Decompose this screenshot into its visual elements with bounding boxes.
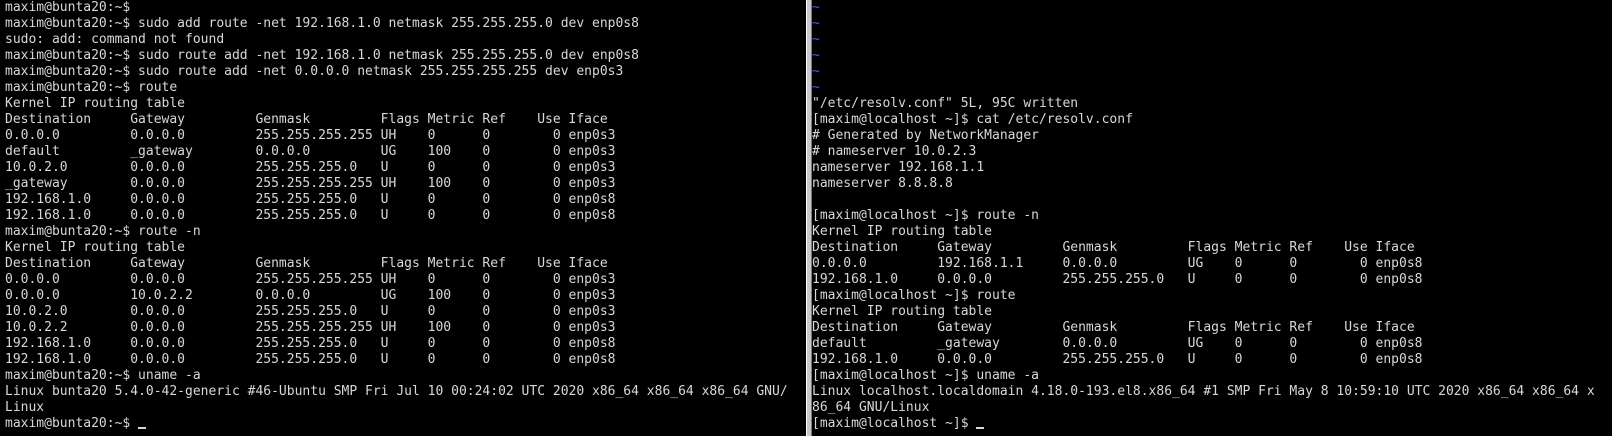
terminal-line: 0.0.0.0 192.168.1.1 0.0.0.0 UG 0 0 0 enp…	[812, 256, 1423, 271]
terminal-line: maxim@bunta20:~$ sudo add route -net 192…	[5, 16, 639, 31]
terminal-line: 192.168.1.0 0.0.0.0 255.255.255.0 U 0 0 …	[5, 352, 616, 367]
terminal-line: 0.0.0.0 10.0.2.2 0.0.0.0 UG 100 0 0 enp0…	[5, 288, 616, 303]
terminal-line: 10.0.2.0 0.0.0.0 255.255.255.0 U 0 0 0 e…	[5, 160, 616, 175]
vim-tilde-line: ~	[812, 48, 820, 63]
terminal-line: maxim@bunta20:~$	[5, 0, 131, 15]
terminal-line: "/etc/resolv.conf" 5L, 95C written	[812, 96, 1079, 111]
vim-tilde-line: ~	[812, 16, 820, 31]
terminal-line: Destination Gateway Genmask Flags Metric…	[812, 240, 1415, 255]
terminal-line: nameserver 192.168.1.1	[812, 160, 985, 175]
vim-empty-lines: ~ ~ ~ ~ ~ ~	[812, 0, 1612, 96]
left-terminal-pane[interactable]: maxim@bunta20:~$ maxim@bunta20:~$ sudo ad…	[0, 0, 806, 436]
terminal-line: _gateway 0.0.0.0 255.255.255.255 UH 100 …	[5, 176, 616, 191]
terminal-line: 0.0.0.0 0.0.0.0 255.255.255.255 UH 0 0 0…	[5, 272, 616, 287]
vim-tilde-line: ~	[812, 0, 820, 15]
terminal-line: Linux	[5, 400, 45, 415]
terminal-line: 192.168.1.0 0.0.0.0 255.255.255.0 U 0 0 …	[812, 272, 1423, 287]
terminal-line: Linux localhost.localdomain 4.18.0-193.e…	[812, 384, 1595, 399]
terminal-line: maxim@bunta20:~$ uname -a	[5, 368, 201, 383]
terminal-line: Kernel IP routing table	[5, 96, 186, 111]
terminal-line: [maxim@localhost ~]$ route -n	[812, 208, 1039, 223]
terminal-line: Kernel IP routing table	[812, 304, 993, 319]
vim-tilde-line: ~	[812, 80, 820, 95]
terminal-line: 192.168.1.0 0.0.0.0 255.255.255.0 U 0 0 …	[5, 192, 616, 207]
terminal-line: 10.0.2.2 0.0.0.0 255.255.255.255 UH 100 …	[5, 320, 616, 335]
terminal-line: sudo: add: command not found	[5, 32, 225, 47]
terminal-line: Linux bunta20 5.4.0-42-generic #46-Ubunt…	[5, 384, 788, 399]
left-terminal-output: maxim@bunta20:~$ maxim@bunta20:~$ sudo ad…	[0, 0, 806, 432]
terminal-line: maxim@bunta20:~$	[5, 416, 806, 432]
terminal-line: Kernel IP routing table	[5, 240, 186, 255]
terminal-line: 86_64 GNU/Linux	[812, 400, 930, 415]
terminal-line: 0.0.0.0 0.0.0.0 255.255.255.255 UH 0 0 0…	[5, 128, 616, 143]
terminal-line: Destination Gateway Genmask Flags Metric…	[812, 320, 1415, 335]
terminal-line: 192.168.1.0 0.0.0.0 255.255.255.0 U 0 0 …	[812, 352, 1423, 367]
terminal-line: [maxim@localhost ~]$	[812, 416, 1612, 432]
terminal-line: # nameserver 10.0.2.3	[812, 144, 977, 159]
terminal-line: 192.168.1.0 0.0.0.0 255.255.255.0 U 0 0 …	[5, 336, 616, 351]
terminal-cursor	[976, 416, 985, 429]
vim-tilde-line: ~	[812, 64, 820, 79]
right-terminal-pane[interactable]: ~ ~ ~ ~ ~ ~ "/etc/resolv.conf" 5L, 95C writte…	[812, 0, 1612, 436]
terminal-line: maxim@bunta20:~$ sudo route add -net 0.0…	[5, 64, 624, 79]
terminal-line: maxim@bunta20:~$ route	[5, 80, 178, 95]
terminal-line: default _gateway 0.0.0.0 UG 0 0 0 enp0s8	[812, 336, 1423, 351]
terminal-line: nameserver 8.8.8.8	[812, 176, 953, 191]
terminal-line: Destination Gateway Genmask Flags Metric…	[5, 112, 608, 127]
terminal-line: [maxim@localhost ~]$ route	[812, 288, 1016, 303]
terminal-line: 10.0.2.0 0.0.0.0 255.255.255.0 U 0 0 0 e…	[5, 304, 616, 319]
terminal-line: Kernel IP routing table	[812, 224, 993, 239]
terminal-line: Destination Gateway Genmask Flags Metric…	[5, 256, 608, 271]
terminal-cursor	[138, 416, 147, 429]
vim-tilde-line: ~	[812, 32, 820, 47]
terminal-line: 192.168.1.0 0.0.0.0 255.255.255.0 U 0 0 …	[5, 208, 616, 223]
terminal-line: [maxim@localhost ~]$ uname -a	[812, 368, 1039, 383]
terminal-line: [maxim@localhost ~]$ cat /etc/resolv.con…	[812, 112, 1133, 127]
right-terminal-output: "/etc/resolv.conf" 5L, 95C written [maxim…	[812, 96, 1612, 432]
terminal-line: maxim@bunta20:~$ sudo route add -net 192…	[5, 48, 639, 63]
terminal-line: # Generated by NetworkManager	[812, 128, 1039, 143]
terminal-line: maxim@bunta20:~$ route -n	[5, 224, 201, 239]
terminal-line: default _gateway 0.0.0.0 UG 100 0 0 enp0…	[5, 144, 616, 159]
